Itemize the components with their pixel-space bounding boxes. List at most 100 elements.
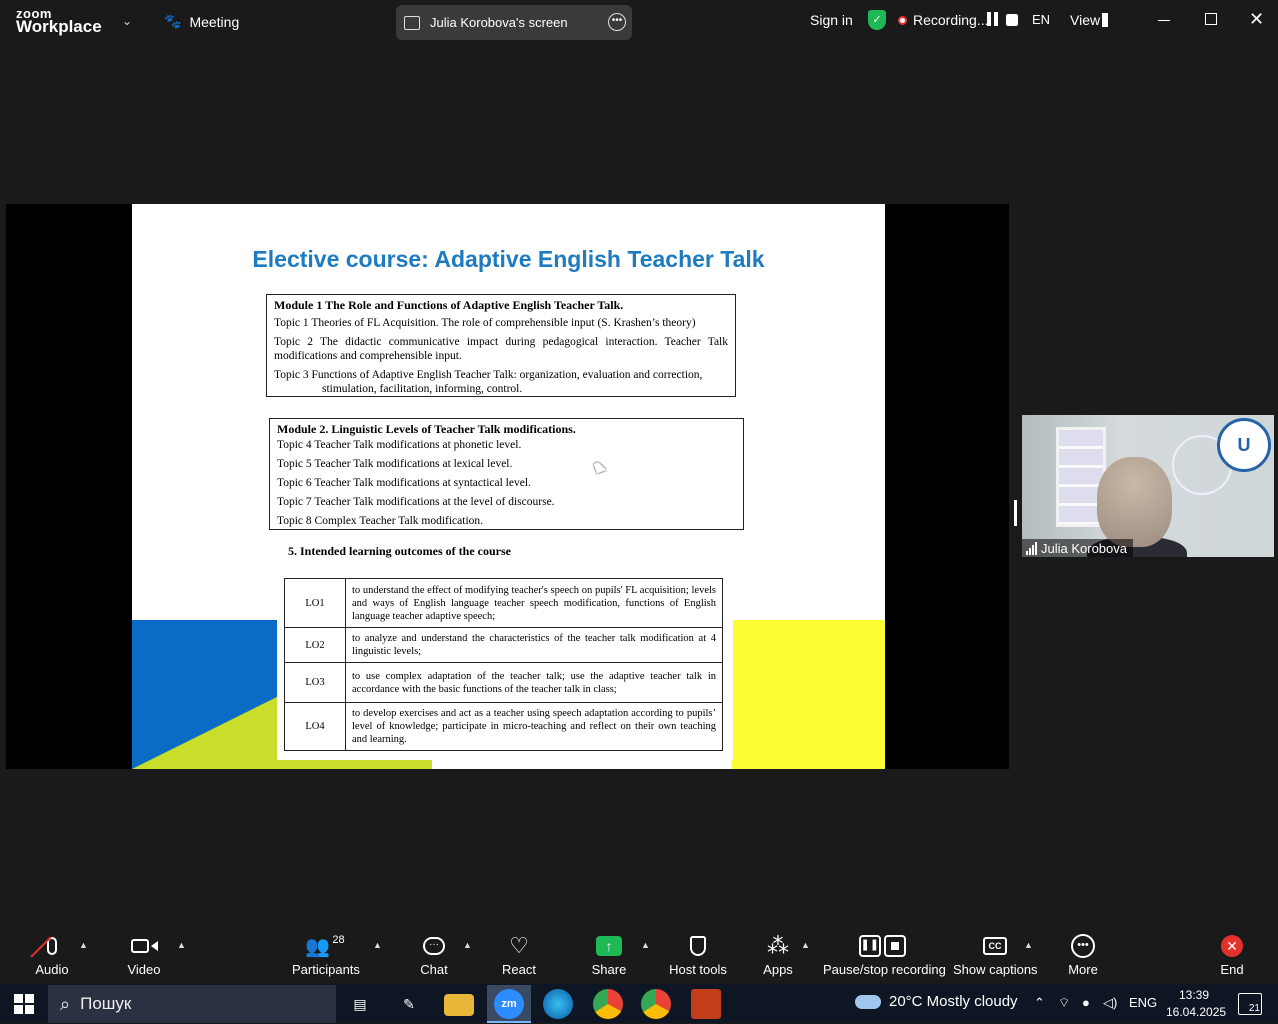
presentation-slide: Elective course: Adaptive English Teache…	[132, 204, 885, 769]
participant-name-tag: Julia Korobova	[1022, 539, 1133, 557]
module-1-heading: Module 1 The Role and Functions of Adapt…	[274, 298, 624, 312]
apps-options-chevron-icon[interactable]: ▲	[801, 940, 810, 950]
chrome-browser-icon[interactable]	[593, 989, 623, 1019]
app-icon-notes[interactable]: ✎	[394, 989, 424, 1019]
pause-stop-label: Pause/stop recording	[823, 962, 946, 977]
chevron-down-icon[interactable]: ⌄	[122, 14, 132, 28]
workplace-logo: Workplace	[16, 17, 102, 36]
zoom-taskbar-icon[interactable]: zm	[494, 989, 524, 1019]
security-shield-icon[interactable]: ✓	[868, 10, 886, 30]
react-label: React	[502, 962, 536, 977]
table-row: LO3 to use complex adaptation of the tea…	[284, 662, 723, 703]
slide-decoration-yellow	[732, 620, 885, 769]
topic-item: Topic 7 Teacher Talk modifications at th…	[277, 496, 555, 508]
share-icon-wrap: ↑	[589, 932, 629, 960]
weather-widget[interactable]: 20°C Mostly cloudy	[855, 993, 1018, 1010]
audio-button[interactable]: Audio	[30, 932, 74, 977]
shared-screen-pill[interactable]: Julia Korobova's screen •••	[396, 5, 632, 40]
recording-dot-icon	[898, 16, 907, 25]
video-button[interactable]: Video	[122, 932, 166, 977]
host-tools-button[interactable]: Host tools	[666, 932, 730, 977]
react-button[interactable]: ♡ React	[499, 932, 539, 977]
end-meeting-button[interactable]: ✕ End	[1212, 932, 1252, 977]
captions-options-chevron-icon[interactable]: ▲	[1024, 940, 1033, 950]
more-options-icon[interactable]: •••	[608, 13, 626, 31]
show-captions-button[interactable]: CC Show captions	[953, 932, 1038, 977]
topic-item: Topic 5 Teacher Talk modifications at le…	[277, 458, 513, 470]
chat-options-chevron-icon[interactable]: ▲	[463, 940, 472, 950]
windows-start-icon[interactable]	[14, 994, 34, 1014]
search-icon: ⌕	[60, 993, 71, 1014]
outcome-text: to analyze and understand the characteri…	[345, 627, 723, 663]
chrome-profile-icon[interactable]	[641, 989, 671, 1019]
outcome-code: LO2	[284, 627, 346, 663]
participant-video-tile[interactable]: U Julia Korobova	[1022, 415, 1274, 557]
shared-screen-label: Julia Korobova's screen	[430, 15, 568, 30]
chat-button[interactable]: ··· Chat	[414, 932, 454, 977]
shield-icon	[666, 932, 730, 960]
sign-in-link[interactable]: Sign in	[810, 12, 853, 28]
maximize-icon[interactable]	[1205, 13, 1217, 25]
clock-date: 16.04.2025	[1166, 1005, 1227, 1019]
outcome-code: LO3	[284, 662, 346, 703]
participants-button[interactable]: 👥 28 Participants	[292, 932, 360, 977]
recording-status: Recording...	[913, 12, 989, 28]
taskbar-search[interactable]: ⌕ Пошук	[48, 985, 336, 1023]
learning-outcomes-table: LO1 to understand the effect of modifyin…	[284, 578, 723, 751]
cloud-sun-icon	[855, 994, 881, 1009]
participants-options-chevron-icon[interactable]: ▲	[373, 940, 382, 950]
share-arrow-icon: ↑	[596, 936, 622, 956]
topic-item: Topic 3 Functions of Adaptive English Te…	[274, 369, 703, 381]
signal-bars-icon	[1026, 541, 1037, 555]
outcome-code: LO1	[284, 578, 346, 628]
system-clock[interactable]: 13:39 16.04.2025	[1166, 987, 1227, 1021]
volume-icon[interactable]: ◁)	[1103, 995, 1117, 1011]
language-selector[interactable]: EN	[1032, 12, 1050, 27]
wifi-icon[interactable]: ⌔	[1058, 995, 1070, 1011]
powerpoint-icon[interactable]	[691, 989, 721, 1019]
topic-item: Topic 6 Teacher Talk modifications at sy…	[277, 477, 531, 489]
search-placeholder: Пошук	[80, 994, 132, 1013]
share-button[interactable]: ↑ Share	[589, 932, 629, 977]
resize-handle[interactable]	[1014, 500, 1017, 526]
audio-options-chevron-icon[interactable]: ▲	[79, 940, 88, 950]
video-options-chevron-icon[interactable]: ▲	[177, 940, 186, 950]
outcome-code: LO4	[284, 702, 346, 751]
microphone-icon[interactable]: ●	[1082, 995, 1090, 1010]
view-button[interactable]: View	[1070, 12, 1100, 28]
pause-stop-icon: ❚❚	[823, 932, 941, 960]
apps-label: Apps	[763, 962, 793, 977]
outcome-text: to use complex adaptation of the teacher…	[345, 662, 723, 703]
edge-browser-icon[interactable]	[543, 989, 573, 1019]
table-row: LO1 to understand the effect of modifyin…	[284, 578, 723, 628]
minimize-icon[interactable]	[1158, 20, 1170, 21]
end-x-icon: ✕	[1221, 935, 1243, 957]
apps-button[interactable]: ⁂ Apps	[758, 932, 798, 977]
view-layout-icon[interactable]	[1102, 13, 1114, 27]
participants-icon: 👥	[305, 935, 331, 958]
captions-label: Show captions	[953, 962, 1038, 977]
video-label: Video	[127, 962, 161, 977]
clock-time: 13:39	[1178, 988, 1210, 1002]
host-tools-label: Host tools	[669, 962, 727, 977]
pause-stop-recording-button[interactable]: ❚❚ Pause/stop recording	[823, 932, 946, 977]
captions-icon: CC	[983, 937, 1007, 955]
slide-title: Elective course: Adaptive English Teache…	[252, 246, 765, 272]
meeting-info-button[interactable]: 🐾 Meeting	[164, 13, 239, 30]
file-explorer-icon[interactable]	[444, 994, 474, 1016]
close-icon[interactable]: ✕	[1249, 9, 1264, 30]
topic-item: Topic 8 Complex Teacher Talk modificatio…	[277, 515, 484, 527]
stop-recording-icon[interactable]	[1006, 14, 1018, 26]
more-dots-icon: •••	[1063, 932, 1103, 960]
weather-text: 20°C Mostly cloudy	[889, 993, 1018, 1010]
notifications-icon[interactable]: 21	[1238, 993, 1262, 1015]
share-label: Share	[591, 962, 627, 977]
more-button[interactable]: ••• More	[1063, 932, 1103, 977]
pause-recording-icon[interactable]	[984, 12, 1000, 28]
outcome-text: to understand the effect of modifying te…	[345, 578, 723, 628]
tray-expand-icon[interactable]: ⌃	[1034, 995, 1045, 1011]
share-options-chevron-icon[interactable]: ▲	[641, 940, 650, 950]
table-row: LO2 to analyze and understand the charac…	[284, 627, 723, 663]
input-language[interactable]: ENG	[1129, 995, 1157, 1010]
task-view-icon[interactable]: ▤	[345, 989, 375, 1019]
